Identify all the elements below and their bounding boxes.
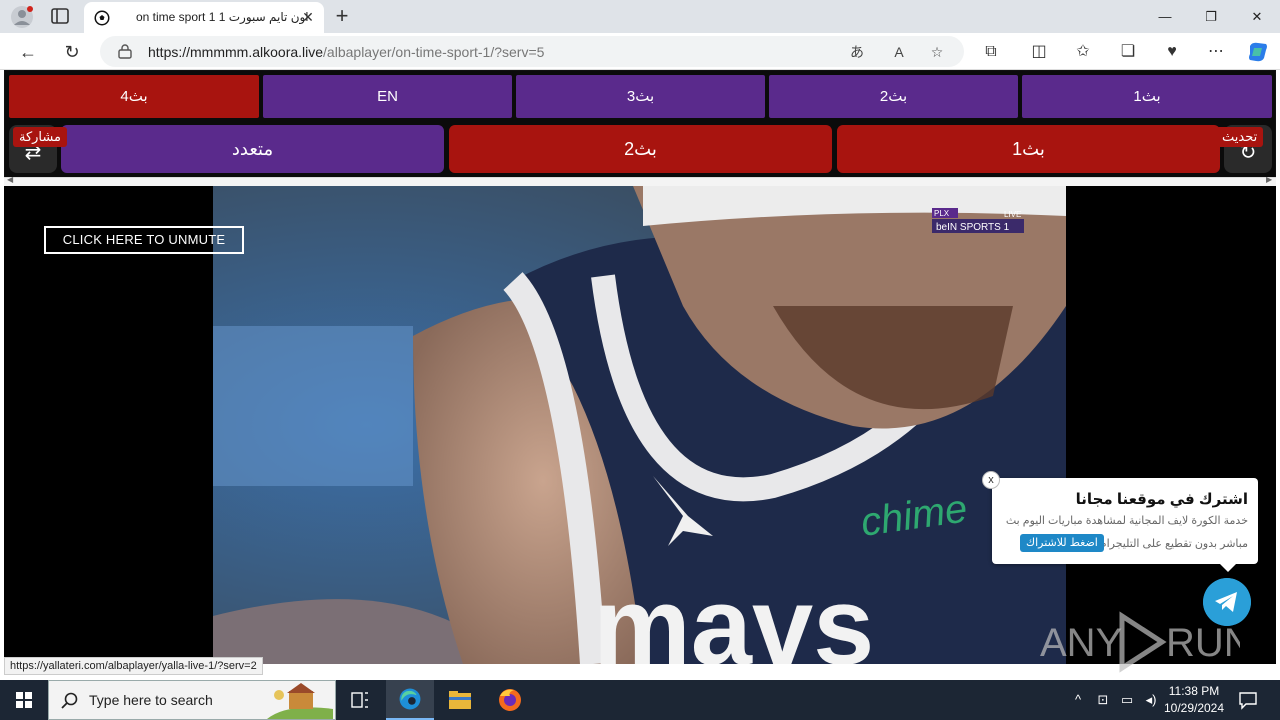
svg-text:PLX: PLX [934,209,950,218]
subscribe-button[interactable]: اضغط للاشتراك [1020,534,1104,552]
edge-browser-icon[interactable] [386,680,434,720]
back-icon[interactable]: ← [16,40,40,64]
share-label[interactable]: مشاركة [13,127,67,147]
anyrun-watermark: ANY RUN [1040,611,1240,673]
extensions-icon[interactable]: ⧉ [980,41,1002,63]
new-tab-button[interactable]: + [332,5,352,27]
video-player[interactable]: chime mavs CLICK HERE TO UNMUTE PLX beIN… [4,186,1276,664]
notifications-icon[interactable] [1238,690,1258,710]
translate-icon[interactable]: あ [848,43,866,61]
firefox-icon[interactable] [486,680,534,720]
reload-icon[interactable]: ↻ [60,40,84,64]
soccer-ball-icon [94,10,110,26]
tab-title: on time sport 1 اون تايم سبورت 1 [136,10,309,24]
read-aloud-icon[interactable]: A [890,43,908,61]
page-content: بث4 EN بث3 بث2 بث1 ⇄ متعدد بث2 بث1 ↻ مشا… [0,70,1280,680]
address-bar: ← ↻ https://mmmmm.alkoora.live/albaplaye… [0,33,1280,70]
search-placeholder: Type here to search [89,692,213,708]
bein-sports-logo: PLX beIN SPORTS 1 LIVE [932,208,1024,233]
horizontal-scrollbar[interactable]: ◀ ▶ [4,175,1276,186]
file-explorer-icon[interactable] [436,680,484,720]
url-host: https://mmmmm.alkoora.live [148,44,324,60]
tray-device-icon[interactable]: ⊡ [1093,690,1113,710]
browser-essentials-icon[interactable]: ♥ [1161,41,1183,63]
url-text: https://mmmmm.alkoora.live/albaplayer/on… [148,44,544,60]
video-frame-image: chime mavs [213,186,1066,664]
server-button-4[interactable]: بث4 [9,75,259,118]
collections-icon[interactable]: ❏ [1117,41,1139,63]
unmute-button[interactable]: CLICK HERE TO UNMUTE [44,226,244,254]
server-button-2[interactable]: بث2 [769,75,1018,118]
server-button-en[interactable]: EN [263,75,512,118]
popup-title: اشترك في موقعنا مجانا [1075,491,1248,508]
stream-2-button[interactable]: بث2 [449,125,832,173]
scroll-right-icon[interactable]: ▶ [1266,175,1272,184]
popup-close-icon[interactable]: x [982,471,1000,489]
status-bar-url: https://yallateri.com/albaplayer/yalla-l… [4,657,263,675]
url-path: /albaplayer/on-time-sport-1/?serv=5 [323,44,545,60]
taskbar: Type here to search ^ ⊡ ▭ ◂) 11:38 PM 10… [0,680,1280,720]
network-icon[interactable]: ▭ [1117,690,1137,710]
windows-start-icon[interactable] [0,680,48,720]
clock-date: 10/29/2024 [1163,701,1225,715]
popup-text-line-2: مباشر بدون تقطيع على التليجرام [1099,538,1248,550]
svg-text:mavs: mavs [593,565,874,664]
tab-bar: on time sport 1 اون تايم سبورت 1 ✕ + — ❐… [0,0,1280,33]
scroll-left-icon[interactable]: ◀ [7,175,13,184]
multi-stream-button[interactable]: متعدد [61,125,444,173]
url-field[interactable]: https://mmmmm.alkoora.live/albaplayer/on… [100,36,964,67]
video-frame[interactable]: chime mavs [213,186,1066,664]
server-button-3[interactable]: بث3 [516,75,765,118]
more-menu-icon[interactable]: ⋯ [1205,41,1227,63]
profile-icon[interactable] [10,5,34,29]
subscribe-popup: اشترك في موقعنا مجانا خدمة الكورة لايف ا… [992,478,1258,572]
popup-text-line-1: خدمة الكورة لايف المجانية لمشاهدة مباريا… [1005,515,1248,527]
close-tab-icon[interactable]: ✕ [300,9,316,25]
lock-icon[interactable] [118,44,132,59]
maximize-button[interactable]: ❐ [1188,0,1234,33]
favorites-icon[interactable]: ✩ [1072,41,1094,63]
tray-overflow-icon[interactable]: ^ [1068,690,1088,710]
popup-tail [1220,564,1236,572]
svg-text:beIN SPORTS 1: beIN SPORTS 1 [936,222,1010,233]
close-window-button[interactable]: ✕ [1234,0,1280,33]
refresh-label[interactable]: تحديث [1216,127,1264,147]
server-menu: بث4 EN بث3 بث2 بث1 ⇄ متعدد بث2 بث1 ↻ مشا… [4,70,1276,180]
search-highlight-image [267,683,333,719]
svg-text:RUN: RUN [1166,621,1240,665]
copilot-icon[interactable] [1246,40,1270,64]
svg-text:ANY: ANY [1040,621,1122,665]
system-clock[interactable]: 11:38 PM 10/29/2024 [1158,683,1230,717]
split-screen-icon[interactable]: ◫ [1028,41,1050,63]
task-view-icon[interactable] [336,680,384,720]
clock-time: 11:38 PM [1168,684,1220,698]
minimize-button[interactable]: — [1142,0,1188,33]
server-button-1[interactable]: بث1 [1022,75,1272,118]
taskbar-search-box[interactable]: Type here to search [48,680,336,720]
search-icon [61,692,78,709]
svg-text:LIVE: LIVE [1004,210,1021,219]
stream-1-button[interactable]: بث1 [837,125,1220,173]
favorite-star-icon[interactable]: ☆ [928,43,946,61]
tab-actions-icon[interactable] [50,7,70,25]
active-tab[interactable]: on time sport 1 اون تايم سبورت 1 ✕ [84,2,324,33]
